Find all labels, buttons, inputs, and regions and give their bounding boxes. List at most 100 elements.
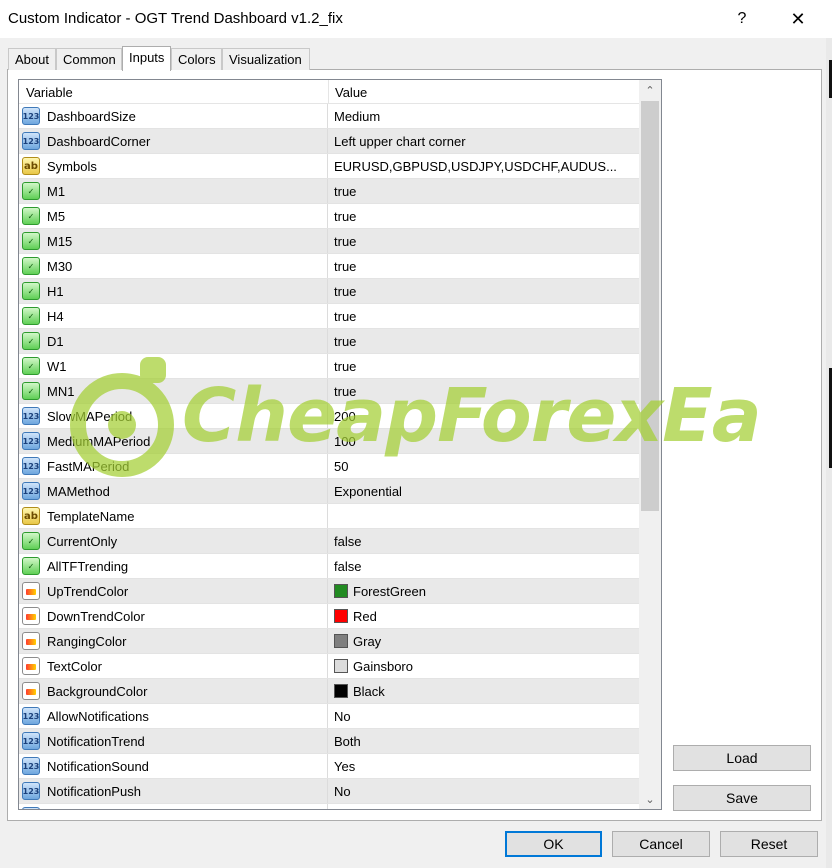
scroll-down-icon[interactable]: ⌄ (639, 789, 661, 809)
vertical-scrollbar[interactable]: ⌃ ⌄ (639, 80, 661, 809)
value-cell[interactable]: No (334, 809, 634, 810)
column-divider[interactable] (328, 80, 329, 104)
boolean-type-icon: ✓ (22, 382, 40, 400)
boolean-type-icon: ✓ (22, 182, 40, 200)
value-cell[interactable]: true (334, 334, 634, 349)
table-row[interactable]: ✓ W1 true (19, 354, 639, 379)
table-row[interactable]: ✓ D1 true (19, 329, 639, 354)
variable-cell: 123 MediumMAPeriod (19, 429, 328, 453)
table-row[interactable]: DownTrendColor Red (19, 604, 639, 629)
table-row[interactable]: ✓ MN1 true (19, 379, 639, 404)
value-cell[interactable]: Left upper chart corner (334, 134, 634, 149)
value-cell[interactable]: EURUSD,GBPUSD,USDJPY,USDCHF,AUDUS... (334, 159, 634, 174)
value-cell[interactable]: No (334, 784, 634, 799)
integer-type-icon: 123 (22, 732, 40, 750)
tab-common[interactable]: Common (56, 48, 122, 70)
variable-name: NotificationTrend (47, 734, 145, 749)
table-row[interactable]: 123 NotificationTrend Both (19, 729, 639, 754)
value-cell[interactable]: Gainsboro (353, 659, 653, 674)
value-cell[interactable]: Black (353, 684, 653, 699)
help-button[interactable]: ? (720, 4, 764, 34)
tab-inputs[interactable]: Inputs (122, 46, 171, 71)
value-cell[interactable]: true (334, 259, 634, 274)
variable-name: FastMAPeriod (47, 459, 130, 474)
variable-cell: 123 SlowMAPeriod (19, 404, 328, 428)
value-cell[interactable]: Yes (334, 759, 634, 774)
color-swatch[interactable] (334, 584, 348, 598)
table-row[interactable]: 123 DashboardCorner Left upper chart corne… (19, 129, 639, 154)
value-cell[interactable]: Exponential (334, 484, 634, 499)
save-button[interactable]: Save (673, 785, 811, 811)
table-row[interactable]: ✓ M1 true (19, 179, 639, 204)
table-row[interactable]: 123 NotificationEmail No (19, 804, 639, 810)
value-cell[interactable]: true (334, 384, 634, 399)
value-cell[interactable]: true (334, 284, 634, 299)
table-row[interactable]: 123 DashboardSize Medium (19, 104, 639, 129)
value-cell[interactable]: 200 (334, 409, 634, 424)
close-button[interactable]: ✕ (776, 4, 820, 34)
table-row[interactable]: RangingColor Gray (19, 629, 639, 654)
integer-type-icon: 123 (22, 482, 40, 500)
scroll-up-icon[interactable]: ⌃ (639, 80, 661, 100)
variable-name: DashboardCorner (47, 134, 151, 149)
column-header-variable[interactable]: Variable (26, 85, 73, 100)
load-button[interactable]: Load (673, 745, 811, 771)
table-row[interactable]: 123 FastMAPeriod 50 (19, 454, 639, 479)
value-cell[interactable]: false (334, 534, 634, 549)
table-row[interactable]: 123 MediumMAPeriod 100 (19, 429, 639, 454)
boolean-type-icon: ✓ (22, 307, 40, 325)
variable-cell: ✓ CurrentOnly (19, 529, 328, 553)
table-row[interactable]: 123 NotificationSound Yes (19, 754, 639, 779)
value-cell[interactable]: false (334, 559, 634, 574)
table-row[interactable]: ✓ AllTFTrending false (19, 554, 639, 579)
value-cell[interactable]: true (334, 209, 634, 224)
color-type-icon (22, 607, 40, 625)
table-row[interactable]: 123 NotificationPush No (19, 779, 639, 804)
value-cell[interactable]: Both (334, 734, 634, 749)
table-row[interactable]: ✓ H4 true (19, 304, 639, 329)
value-cell[interactable]: Gray (353, 634, 653, 649)
tab-visualization[interactable]: Visualization (222, 48, 310, 70)
table-row[interactable]: 123 SlowMAPeriod 200 (19, 404, 639, 429)
table-row[interactable]: 123 AllowNotifications No (19, 704, 639, 729)
table-row[interactable]: ab Symbols EURUSD,GBPUSD,USDJPY,USDCHF,AUD… (19, 154, 639, 179)
table-row[interactable]: ✓ M5 true (19, 204, 639, 229)
value-cell[interactable]: No (334, 709, 634, 724)
tab-about[interactable]: About (8, 48, 56, 70)
value-cell[interactable]: ForestGreen (353, 584, 653, 599)
column-header-value[interactable]: Value (335, 85, 367, 100)
reset-button[interactable]: Reset (720, 831, 818, 857)
value-cell[interactable]: true (334, 359, 634, 374)
integer-type-icon: 123 (22, 757, 40, 775)
table-row[interactable]: ✓ M30 true (19, 254, 639, 279)
value-cell[interactable]: 100 (334, 434, 634, 449)
tab-colors[interactable]: Colors (171, 48, 222, 70)
string-type-icon: ab (22, 157, 40, 175)
variable-cell: 123 DashboardCorner (19, 129, 328, 153)
table-row[interactable]: ab TemplateName (19, 504, 639, 529)
table-row[interactable]: BackgroundColor Black (19, 679, 639, 704)
color-swatch[interactable] (334, 684, 348, 698)
value-cell[interactable]: true (334, 184, 634, 199)
table-row[interactable]: ✓ CurrentOnly false (19, 529, 639, 554)
table-row[interactable]: ✓ M15 true (19, 229, 639, 254)
table-row[interactable]: UpTrendColor ForestGreen (19, 579, 639, 604)
table-row[interactable]: TextColor Gainsboro (19, 654, 639, 679)
value-cell[interactable]: true (334, 309, 634, 324)
scroll-thumb[interactable] (641, 101, 659, 511)
value-cell[interactable]: true (334, 234, 634, 249)
cancel-button[interactable]: Cancel (612, 831, 710, 857)
integer-type-icon: 123 (22, 107, 40, 125)
value-cell[interactable]: 50 (334, 459, 634, 474)
color-swatch[interactable] (334, 609, 348, 623)
color-swatch[interactable] (334, 659, 348, 673)
variable-cell: ✓ M1 (19, 179, 328, 203)
table-row[interactable]: ✓ H1 true (19, 279, 639, 304)
variable-cell: RangingColor (19, 629, 328, 653)
variable-cell: 123 MAMethod (19, 479, 328, 503)
value-cell[interactable]: Medium (334, 109, 634, 124)
color-swatch[interactable] (334, 634, 348, 648)
table-row[interactable]: 123 MAMethod Exponential (19, 479, 639, 504)
ok-button[interactable]: OK (505, 831, 602, 857)
value-cell[interactable]: Red (353, 609, 653, 624)
